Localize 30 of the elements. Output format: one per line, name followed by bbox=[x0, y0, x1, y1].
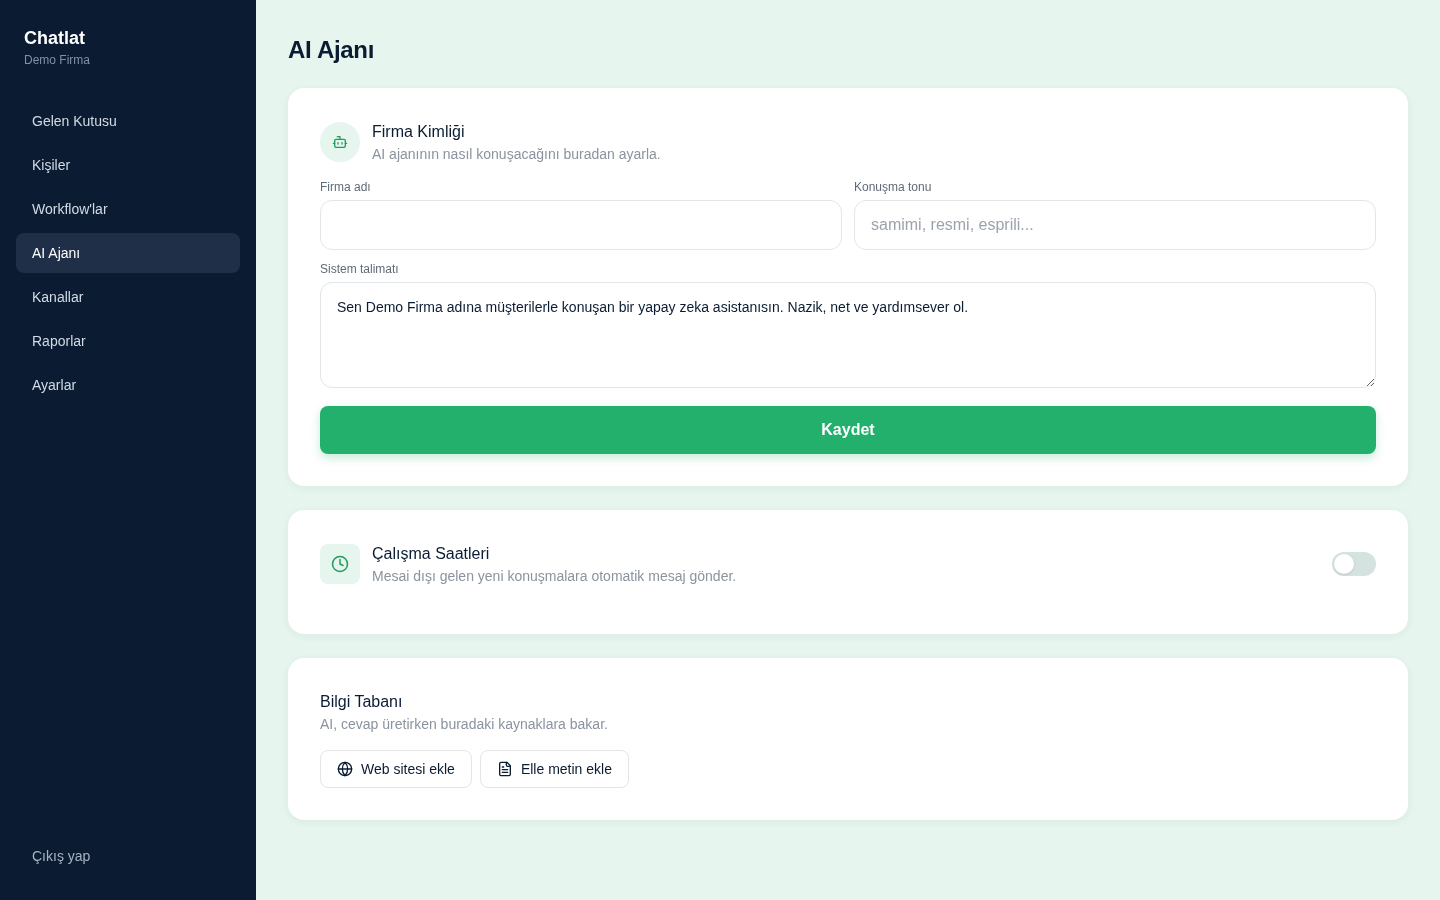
field-label: Sistem talimatı bbox=[320, 261, 400, 277]
workspace-name: Demo Firma bbox=[24, 52, 91, 68]
document-icon bbox=[496, 761, 513, 777]
add-website-button[interactable]: Web sitesi ekle bbox=[320, 750, 472, 788]
input-field[interactable]: samimi, resmi, esprili... bbox=[854, 200, 1376, 250]
sidebar-item[interactable]: Kişiler bbox=[16, 145, 240, 185]
sidebar-item[interactable]: Kanallar bbox=[16, 277, 240, 317]
section-title: Firma Kimliği bbox=[372, 122, 466, 142]
field-label: Firma adı bbox=[320, 179, 372, 195]
globe-icon bbox=[337, 761, 353, 777]
sidebar-item[interactable]: Gelen Kutusu bbox=[16, 101, 240, 141]
add-text-button[interactable]: Elle metin ekle bbox=[479, 750, 629, 788]
sidebar-item[interactable]: Raporlar bbox=[16, 321, 240, 361]
brand-name: Chatlat bbox=[24, 27, 86, 50]
section-title: Bilgi Tabanı bbox=[320, 692, 404, 712]
sidebar-item[interactable]: AI Ajanı bbox=[16, 233, 240, 273]
section-subtitle: Mesai dışı gelen yeni konuşmalara otomatik mesaj gönder. bbox=[372, 567, 737, 586]
input-field[interactable] bbox=[320, 200, 842, 250]
clock-icon bbox=[320, 544, 360, 584]
toggle-switch[interactable] bbox=[1332, 552, 1376, 576]
robot-icon bbox=[320, 122, 360, 162]
field-label: Konuşma tonu bbox=[854, 179, 933, 195]
sidebar-item[interactable]: Ayarlar bbox=[16, 365, 240, 405]
logout-link[interactable]: Çıkış yap bbox=[16, 836, 240, 876]
sidebar-item[interactable]: Workflow'lar bbox=[16, 189, 240, 229]
section-subtitle: AI, cevap üretirken buradaki kaynaklara bakar. bbox=[320, 715, 608, 734]
section-subtitle: AI ajanının nasıl konuşacağını buradan ayarla. bbox=[372, 145, 661, 164]
section-title: Çalışma Saatleri bbox=[372, 544, 491, 564]
page-title: AI Ajanı bbox=[288, 35, 376, 65]
instruction-textarea[interactable]: Sen Demo Firma adına müşterilerle konuşan bir yapay zeka asistanısın. Nazik, net ve yardımsever ol. bbox=[320, 282, 1376, 388]
